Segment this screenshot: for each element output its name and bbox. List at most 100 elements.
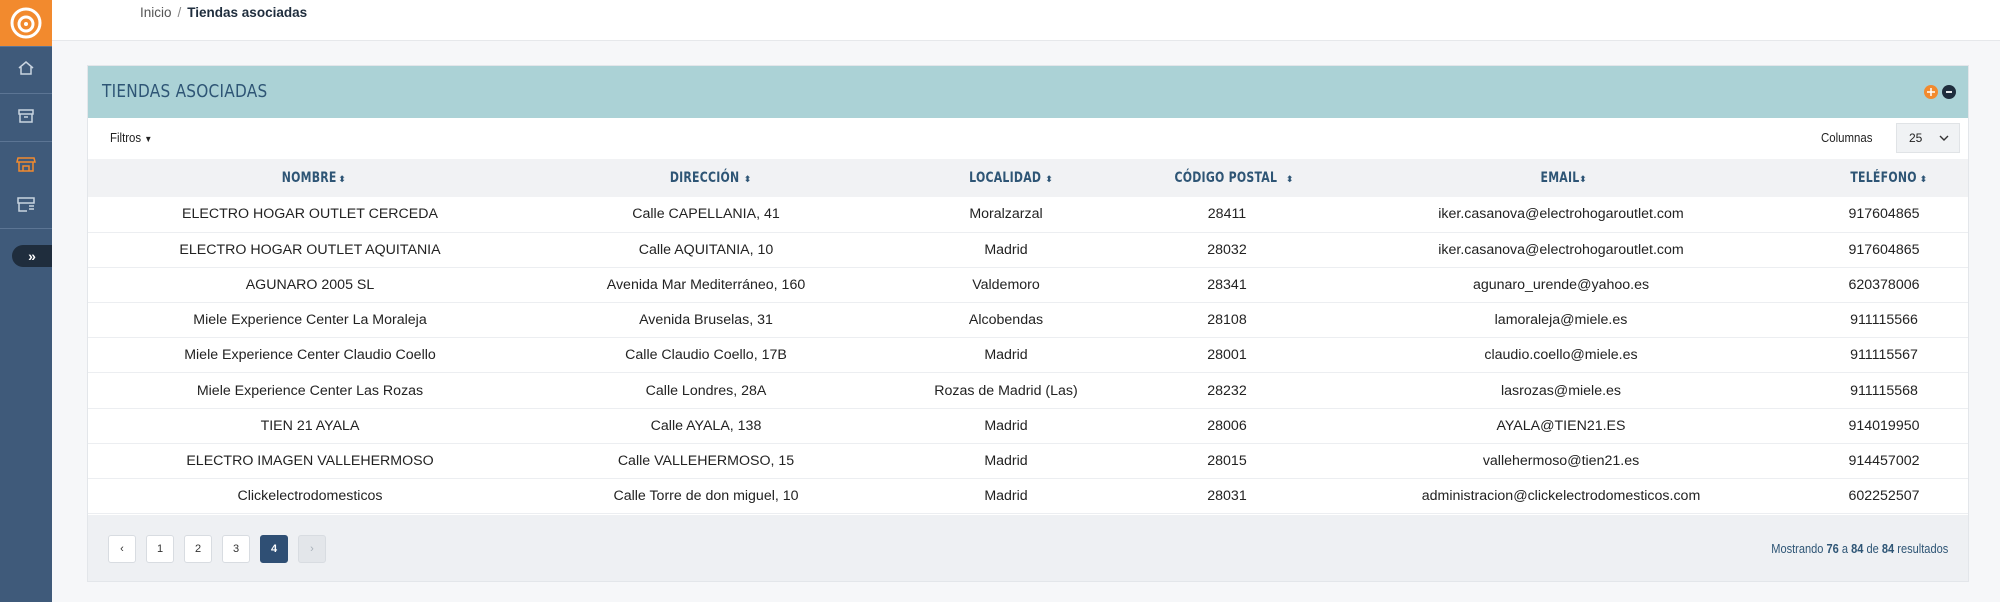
minus-icon [1946, 91, 1952, 93]
logo[interactable] [0, 0, 52, 46]
table-row[interactable]: TIEN 21 AYALA Calle AYALA, 138 Madrid 28006… [88, 408, 1968, 444]
table-cell-direccion: Calle CAPELLANIA, 41 [632, 206, 780, 223]
summary-suffix: resultados [1897, 541, 1948, 556]
table-row[interactable]: ELECTRO IMAGEN VALLEHERMOSO Calle VALLEHE… [88, 443, 1968, 479]
table-cell-localidad: Valdemoro [972, 276, 1040, 293]
sort-icon: ⬍ [1045, 175, 1054, 185]
table-cell-localidad: Moralzarzal [969, 206, 1043, 223]
nav-store-list[interactable] [0, 184, 52, 224]
table-cell-codigo-postal: 28001 [1207, 347, 1247, 364]
sidebar-divider [0, 93, 52, 94]
table-cell-nombre: Miele Experience Center Las Rozas [196, 382, 424, 399]
expand-card-button[interactable] [1924, 85, 1938, 99]
stores-card: TIENDAS ASOCIADAS Filtros ▼ Columnas 25 … [87, 65, 1969, 582]
next-page-button[interactable]: › [298, 535, 326, 563]
card-title: TIENDAS ASOCIADAS [102, 81, 268, 102]
table-cell-codigo-postal: 28015 [1207, 452, 1247, 469]
sort-icon: ⬍ [743, 175, 752, 185]
table-cell-email: lamoraleja@miele.es [1494, 312, 1628, 329]
sort-icon: ⬍ [1919, 175, 1928, 185]
summary-to-word: a [1841, 541, 1848, 556]
table-row[interactable]: Miele Experience Center Claudio Coello Ca… [88, 338, 1968, 373]
store-icon [16, 157, 36, 172]
table-row[interactable]: ELECTRO HOGAR OUTLET AQUITANIA Calle AQUI… [88, 232, 1968, 268]
table-cell-direccion: Calle Londres, 28A [645, 382, 767, 399]
summary-total: 84 [1881, 541, 1894, 556]
column-header-codigo-postal[interactable]: CÓDIGO POSTAL ⬍ [1132, 159, 1322, 197]
sidebar-divider [0, 141, 52, 142]
store-list-icon [17, 197, 35, 212]
page-button-3[interactable]: 3 [222, 535, 250, 563]
table-cell-telefono: 602252507 [1848, 488, 1920, 505]
breadcrumb-separator: / [177, 5, 182, 20]
summary-to: 84 [1850, 541, 1864, 556]
filters-label: Filtros [110, 130, 142, 145]
table-row[interactable]: Miele Experience Center La Moraleja Aveni… [88, 303, 1968, 338]
page-size-select[interactable]: 25 [1896, 123, 1960, 153]
sort-icon: ⬍ [338, 175, 347, 185]
breadcrumb-home-link[interactable]: Inicio [140, 5, 172, 20]
page-button-2[interactable]: 2 [184, 535, 212, 563]
table-row[interactable]: Miele Experience Center Las Rozas Calle L… [88, 373, 1968, 409]
expand-icon [1927, 88, 1935, 96]
column-header-label: TELÉFONO [1849, 170, 1917, 186]
table-cell-localidad: Madrid [984, 347, 1028, 364]
filters-dropdown[interactable]: Filtros ▼ [110, 130, 152, 145]
column-header-email[interactable]: EMAIL⬍ [1322, 159, 1800, 197]
topbar: Inicio / Tiendas asociadas [52, 0, 2000, 41]
table-cell-telefono: 911115568 [1850, 382, 1918, 399]
table-cell-codigo-postal: 28341 [1207, 276, 1247, 293]
table-body: ELECTRO HOGAR OUTLET CERCEDA Calle CAPELL… [88, 197, 1968, 514]
column-header-label: EMAIL [1540, 170, 1580, 186]
archive-icon [18, 109, 34, 123]
table-cell-email: AYALA@TIEN21.ES [1496, 417, 1626, 434]
stores-table: NOMBRE ⬍ DIRECCIÓN ⬍ LOCALIDAD ⬍ CÓDIGO POSTAL… [88, 159, 1968, 514]
table-cell-nombre: ELECTRO HOGAR OUTLET CERCEDA [182, 206, 438, 223]
table-cell-telefono: 914019950 [1848, 417, 1920, 434]
column-header-nombre[interactable]: NOMBRE ⬍ [88, 159, 532, 197]
table-cell-localidad: Madrid [984, 241, 1028, 258]
chevron-down-icon [1939, 131, 1949, 145]
table-cell-email: lasrozas@miele.es [1500, 382, 1622, 399]
table-row[interactable]: AGUNARO 2005 SL Avenida Mar Mediterráneo,… [88, 267, 1968, 303]
page-number: 4 [270, 543, 278, 555]
results-summary: Mostrando 76 a 84 de 84 resultados [1771, 541, 1948, 556]
table-cell-direccion: Calle VALLEHERMOSO, 15 [617, 452, 795, 469]
columns-label: Columnas [1821, 130, 1873, 145]
page-button-4[interactable]: 4 [260, 535, 288, 563]
table-cell-telefono: 911115567 [1850, 347, 1918, 364]
nav-archive[interactable] [0, 96, 52, 136]
column-header-label: LOCALIDAD [969, 170, 1042, 186]
card-footer: ‹ 1 2 3 4 › Mostrando 76 a 84 de 84 resu… [88, 515, 1968, 581]
double-chevron-right-icon: » [28, 248, 36, 264]
expand-sidebar-button[interactable]: » [12, 245, 52, 267]
nav-stores[interactable] [0, 144, 52, 184]
table-cell-direccion: Avenida Bruselas, 31 [639, 312, 773, 329]
column-header-telefono[interactable]: TELÉFONO ⬍ [1800, 159, 1968, 197]
table-row[interactable]: ELECTRO HOGAR OUTLET CERCEDA Calle CAPELL… [88, 197, 1968, 233]
table-cell-telefono: 911115566 [1850, 312, 1918, 329]
table-cell-email: iker.casanova@electrohogaroutlet.com [1438, 206, 1684, 223]
table-cell-nombre: AGUNARO 2005 SL [245, 276, 375, 293]
table-cell-telefono: 620378006 [1848, 276, 1920, 293]
column-header-localidad[interactable]: LOCALIDAD ⬍ [880, 159, 1132, 197]
column-header-direccion[interactable]: DIRECCIÓN ⬍ [532, 159, 880, 197]
table-row[interactable]: Clickelectrodomesticos Calle Torre de don… [88, 479, 1968, 514]
table-cell-email: administracion@clickelectrodomesticos.co… [1421, 488, 1701, 505]
sidebar-divider [0, 46, 52, 47]
page-button-1[interactable]: 1 [146, 535, 174, 563]
collapse-card-button[interactable] [1942, 85, 1956, 99]
table-cell-telefono: 917604865 [1848, 206, 1920, 223]
table-cell-nombre: TIEN 21 AYALA [260, 417, 360, 434]
table-cell-email: agunaro_urende@yahoo.es [1472, 276, 1650, 293]
table-cell-codigo-postal: 28108 [1207, 312, 1247, 329]
table-cell-email: vallehermoso@tien21.es [1482, 452, 1640, 469]
table-cell-telefono: 914457002 [1848, 452, 1920, 469]
sort-icon: ⬍ [1579, 175, 1587, 185]
nav-home[interactable] [0, 48, 52, 88]
prev-page-button[interactable]: ‹ [108, 535, 136, 563]
sort-icon: ⬍ [1285, 175, 1294, 185]
card-header: TIENDAS ASOCIADAS [88, 66, 1968, 118]
table-cell-direccion: Calle Claudio Coello, 17B [625, 347, 787, 364]
page-number: 1 [156, 543, 164, 555]
